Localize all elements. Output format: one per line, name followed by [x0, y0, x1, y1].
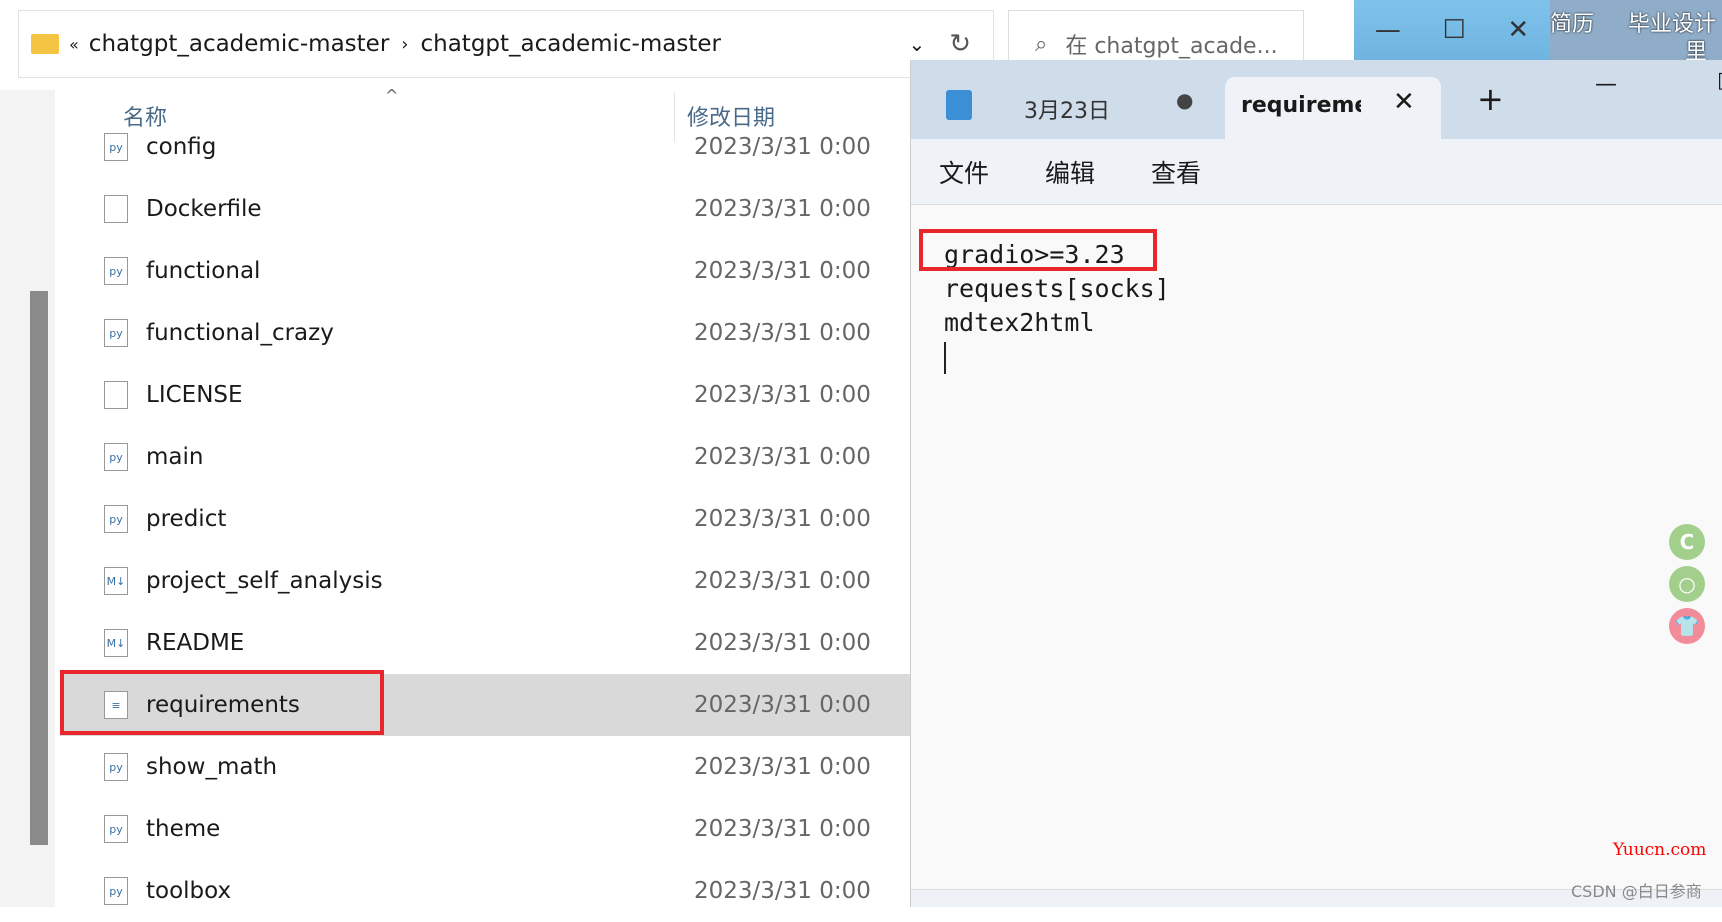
file-name: config: [146, 134, 217, 160]
file-date: 2023/3/31 0:00: [694, 816, 871, 842]
python-file-icon: py: [104, 319, 128, 347]
maximize-button[interactable]: ▯: [1717, 68, 1722, 93]
menu-view[interactable]: 查看: [1151, 154, 1201, 190]
breadcrumb-item[interactable]: chatgpt_academic-master: [89, 31, 389, 57]
text-cursor: [944, 342, 946, 374]
file-row[interactable]: M↓ project_self_analysis 2023/3/31 0:00: [60, 550, 910, 612]
tab-label: requiremei: [1241, 93, 1361, 118]
scrollbar[interactable]: [30, 291, 48, 845]
file-date: 2023/3/31 0:00: [694, 444, 871, 470]
markdown-file-icon: M↓: [104, 567, 128, 595]
sort-up-icon: ^: [385, 86, 399, 105]
file-icon: [104, 381, 128, 409]
file-row[interactable]: py show_math 2023/3/31 0:00: [60, 736, 910, 798]
file-date: 2023/3/31 0:00: [694, 196, 871, 222]
file-row[interactable]: py functional 2023/3/31 0:00: [60, 240, 910, 302]
overflow-icon[interactable]: «: [69, 35, 79, 54]
tab-3-23[interactable]: 3月23日: [1024, 93, 1110, 125]
file-name: main: [146, 444, 204, 470]
window-controls: — ☐ ✕: [1354, 0, 1550, 60]
file-date: 2023/3/31 0:00: [694, 692, 871, 718]
python-file-icon: py: [104, 505, 128, 533]
refresh-icon[interactable]: ↻: [949, 29, 971, 59]
file-name: show_math: [146, 754, 278, 780]
markdown-file-icon: M↓: [104, 629, 128, 657]
menu-edit[interactable]: 编辑: [1045, 154, 1095, 190]
menu-bar: 文件 编辑 查看: [911, 139, 1722, 205]
file-name: theme: [146, 816, 221, 842]
maximize-button[interactable]: ☐: [1442, 15, 1465, 45]
minimize-button[interactable]: —: [1595, 72, 1617, 97]
text-line[interactable]: mdtex2html: [944, 308, 1095, 337]
file-date: 2023/3/31 0:00: [694, 568, 871, 594]
file-date: 2023/3/31 0:00: [694, 320, 871, 346]
file-icon: [104, 195, 128, 223]
c-badge-icon[interactable]: C: [1669, 524, 1705, 560]
notepad-icon: [946, 90, 972, 120]
python-file-icon: py: [104, 257, 128, 285]
search-placeholder: 在 chatgpt_acade...: [1065, 34, 1278, 59]
shirt-badge-icon[interactable]: 👕: [1669, 608, 1705, 644]
file-row[interactable]: Dockerfile 2023/3/31 0:00: [60, 178, 910, 240]
file-date: 2023/3/31 0:00: [694, 258, 871, 284]
file-date: 2023/3/31 0:00: [694, 506, 871, 532]
notepad-window: 3月23日 ● requiremei ✕ + — ▯ 文件 编辑 查看 grad…: [910, 60, 1722, 907]
file-row[interactable]: py config 2023/3/31 0:00: [60, 116, 910, 178]
file-date: 2023/3/31 0:00: [694, 630, 871, 656]
file-date: 2023/3/31 0:00: [694, 382, 871, 408]
chevron-down-icon[interactable]: ⌄: [908, 32, 925, 56]
python-file-icon: py: [104, 133, 128, 161]
highlight-box: [919, 229, 1157, 271]
python-file-icon: py: [104, 443, 128, 471]
file-name: functional_crazy: [146, 320, 334, 346]
minimize-button[interactable]: —: [1375, 15, 1401, 45]
circle-badge-icon[interactable]: ○: [1669, 566, 1705, 602]
tab-bar: 3月23日 ● requiremei ✕ + — ▯: [911, 60, 1722, 139]
new-tab-icon[interactable]: +: [1477, 80, 1504, 118]
highlight-box: [60, 670, 384, 735]
unsaved-dot-icon: ●: [1176, 88, 1194, 112]
file-row[interactable]: py main 2023/3/31 0:00: [60, 426, 910, 488]
file-row[interactable]: py theme 2023/3/31 0:00: [60, 798, 910, 860]
close-tab-icon[interactable]: ✕: [1393, 87, 1415, 117]
file-row[interactable]: py predict 2023/3/31 0:00: [60, 488, 910, 550]
address-bar[interactable]: « chatgpt_academic-master › chatgpt_acad…: [18, 10, 994, 78]
close-button[interactable]: ✕: [1507, 15, 1529, 45]
file-row[interactable]: LICENSE 2023/3/31 0:00: [60, 364, 910, 426]
text-line[interactable]: requests[socks]: [944, 274, 1170, 303]
file-date: 2023/3/31 0:00: [694, 754, 871, 780]
python-file-icon: py: [104, 877, 128, 905]
desktop-item[interactable]: 简历: [1550, 6, 1594, 38]
file-name: Dockerfile: [146, 196, 262, 222]
chevron-right-icon: ›: [401, 33, 409, 55]
file-row[interactable]: M↓ README 2023/3/31 0:00: [60, 612, 910, 674]
file-name: README: [146, 630, 245, 656]
watermark-csdn: CSDN @白日参商: [1571, 882, 1702, 901]
python-file-icon: py: [104, 753, 128, 781]
file-date: 2023/3/31 0:00: [694, 878, 871, 904]
desktop-background: 简历 毕业设计 里: [1550, 0, 1722, 65]
file-name: LICENSE: [146, 382, 243, 408]
file-name: predict: [146, 506, 227, 532]
menu-file[interactable]: 文件: [939, 154, 989, 190]
python-file-icon: py: [104, 815, 128, 843]
breadcrumb-item[interactable]: chatgpt_academic-master: [420, 31, 720, 57]
file-name: project_self_analysis: [146, 568, 383, 594]
file-name: toolbox: [146, 878, 232, 904]
folder-icon: [31, 34, 59, 54]
tab-requirements[interactable]: requiremei ✕: [1225, 77, 1441, 139]
file-name: functional: [146, 258, 261, 284]
file-row[interactable]: py functional_crazy 2023/3/31 0:00: [60, 302, 910, 364]
file-date: 2023/3/31 0:00: [694, 134, 871, 160]
watermark-site: Yuucn.com: [1613, 840, 1707, 860]
search-icon: ⌕: [1035, 31, 1048, 57]
file-row[interactable]: py toolbox 2023/3/31 0:00: [60, 860, 910, 922]
